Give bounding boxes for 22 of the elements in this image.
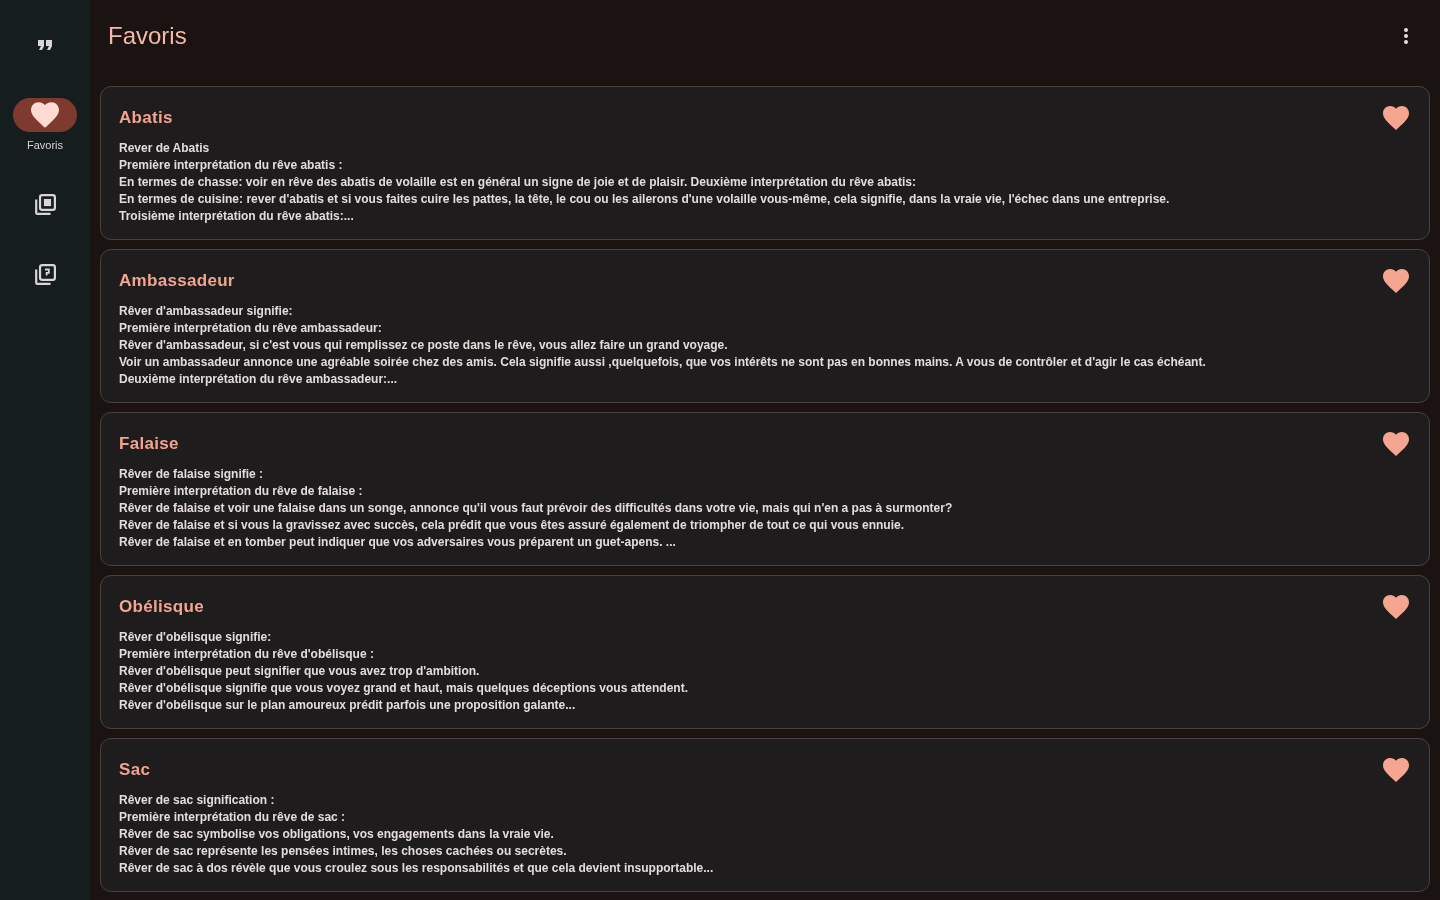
nav-item[interactable]: Favoris — [13, 98, 77, 152]
favorite-card[interactable] — [100, 86, 1430, 240]
quote-icon — [38, 40, 52, 50]
stacked-cards-icon — [34, 264, 56, 286]
card-excerpt: Rever de Abatis Première interprétation du rêve abatis : En termes de chasse: voir en rêve des abatis de volaille est en général un signe de joie et de plaisir. Deuxième interprétation du rêve abatis: En termes de cuisine: rever d'abatis et si vous faites cuire les pattes, la tête, le cou ou les ailerons d'une volaille vous-même, cela signifie, dans la vraie vie, l'échec dans une entreprise. Troisième interprétation du rêve abatis:... — [119, 140, 1171, 225]
heart-icon — [31, 102, 59, 128]
stacked-squares-icon — [34, 194, 56, 216]
card-excerpt: Rêver d'ambassadeur signifie: Première interprétation du rêve ambassadeur: Rêver d'ambassadeur, si c'est vous qui remplissez ce poste dans le rêve, vous allez faire un grand voyage. Voir un ambassadeur annonce une agréable soirée chez des amis. Cela signifie aussi ,quelquefois, que vos intérêts ne sont pas en bonnes mains. A vous de contrôler et d'agir le cas échéant. Deuxième interprétation du rêve ambassadeur:... — [119, 303, 1207, 388]
favorite-card[interactable] — [100, 575, 1430, 729]
card-excerpt: Rêver de falaise signifie : Première interprétation du rêve de falaise : Rêver de falaise et voir une falaise dans un songe, annonce qu'il vous faut prévoir des difficultés dans votre vie, mais qui n'en a pas à surmonter? Rêver de falaise et si vous la gravissez avec succès, cela prédit que vous êtes assuré également de triompher de tout ce qui vous ennuie. Rêver de falaise et en tomber peut indiquer que vos adversaires vous préparent un guet-apens. ... — [119, 466, 954, 551]
card-excerpt: Rêver d'obélisque signifie: Première interprétation du rêve d'obélisque : Rêver d'obélisque peut signifier que vous avez trop d'ambition. Rêver d'obélisque signifie que vous voyez grand et haut, mais quelques déceptions vous attendent. Rêver d'obélisque sur le plan amoureux prédit parfois une proposition galante... — [119, 629, 689, 714]
card-title: Falaise — [119, 433, 179, 455]
card-excerpt: Rêver de sac signification : Première interprétation du rêve de sac : Rêver de sac symbolise vos obligations, vos engagements dans la vraie vie. Rêver de sac représente les pensées intimes, les choses cachées ou secrètes. Rêver de sac à dos révèle que vous croulez sous les responsabilités et que cela devient insupportable... — [119, 792, 715, 877]
card-title: Obélisque — [119, 596, 204, 618]
more-icon — [1404, 28, 1408, 44]
favorite-card[interactable] — [100, 249, 1430, 403]
card-title: Ambassadeur — [119, 270, 235, 292]
page-title: Favoris — [108, 21, 187, 51]
card-title: Sac — [119, 759, 151, 781]
favorite-card[interactable] — [100, 412, 1430, 566]
favorite-card[interactable] — [100, 738, 1430, 892]
card-title: Abatis — [119, 107, 173, 129]
